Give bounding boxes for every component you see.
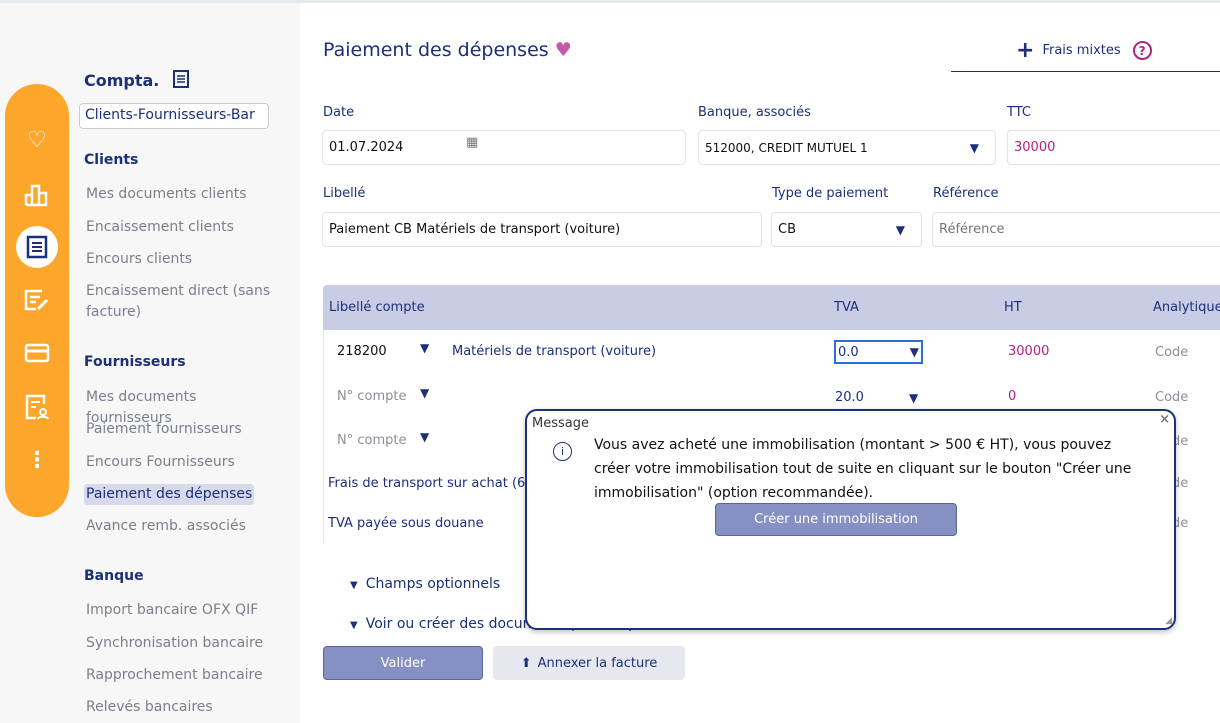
nav-item-encaissement-clients[interactable]: Encaissement clients <box>86 217 286 238</box>
reference-label: Référence <box>933 186 999 201</box>
credit-card-icon[interactable] <box>22 338 52 368</box>
ttc-label: TTC <box>1007 105 1031 120</box>
message-dialog: Message × i Vous avez acheté une immobil… <box>525 409 1176 630</box>
close-icon[interactable]: × <box>1159 412 1170 427</box>
nav-item-releves-bancaires[interactable]: Relevés bancaires <box>86 697 286 718</box>
attach-invoice-button[interactable]: ⬆ Annexer la facture <box>493 646 685 680</box>
edit-document-icon[interactable] <box>22 285 52 315</box>
caret-down-icon: ▼ <box>350 620 358 631</box>
header-divider <box>951 71 1220 72</box>
chevron-down-icon[interactable]: ▼ <box>420 386 429 400</box>
table-header <box>323 285 1220 330</box>
chevron-down-icon[interactable]: ▼ <box>420 341 429 355</box>
attach-invoice-label: Annexer la facture <box>537 655 658 671</box>
nav-item-encours-clients[interactable]: Encours clients <box>86 249 286 270</box>
calendar-icon[interactable]: ▦ <box>466 135 478 150</box>
nav-item-synchronisation-bancaire[interactable]: Synchronisation bancaire <box>86 633 286 654</box>
nav-title: Compta. <box>84 70 189 92</box>
nav-item-rapprochement-bancaire[interactable]: Rapprochement bancaire <box>86 665 286 686</box>
caret-down-icon: ▼ <box>350 580 358 591</box>
chevron-down-icon: ▼ <box>969 140 979 155</box>
row1-tva-select[interactable]: 0.0 ▼ <box>834 340 923 364</box>
chevron-down-icon[interactable]: ▼ <box>909 391 918 405</box>
validate-button[interactable]: Valider <box>323 646 483 680</box>
heart-icon[interactable]: ♥ <box>555 39 572 61</box>
plus-icon: + <box>1016 38 1035 63</box>
receipt-icon[interactable] <box>16 226 58 268</box>
more-icon[interactable]: ⋮ <box>22 445 52 475</box>
row2-tva[interactable]: 20.0 <box>835 390 864 405</box>
nav-item-avance-remb-associes[interactable]: Avance remb. associés <box>86 516 286 537</box>
nav-item-encours-fournisseurs[interactable]: Encours Fournisseurs <box>86 452 286 473</box>
chevron-down-icon: ▼ <box>895 222 905 237</box>
page-title: Paiement des dépenses ♥ <box>323 39 572 61</box>
row4-name: Frais de transport sur achat (6 <box>328 476 526 491</box>
nav-section-fournisseurs: Fournisseurs <box>84 354 186 370</box>
optional-fields-toggle[interactable]: ▼ Champs optionnels <box>350 576 500 592</box>
payment-type-value: CB <box>778 222 796 237</box>
top-border <box>0 0 1220 3</box>
libelle-input[interactable]: Paiement CB Matériels de transport (voit… <box>322 212 762 247</box>
payment-type-select[interactable]: CB ▼ <box>771 212 922 247</box>
col-header-analytique: Analytique <box>1153 300 1220 315</box>
dialog-message: Vous avez acheté une immobilisation (mon… <box>594 437 1132 501</box>
row2-account[interactable]: N° compte <box>337 389 406 404</box>
date-label: Date <box>323 105 355 120</box>
nav-item-encaissement-direct[interactable]: Encaissement direct (sans facture) <box>86 281 286 323</box>
resize-handle[interactable]: ◢ <box>1165 616 1172 626</box>
bank-label: Banque, associés <box>698 105 811 120</box>
nav-section-banque: Banque <box>84 568 144 584</box>
row1-account[interactable]: 218200 <box>337 344 387 359</box>
optional-fields-label: Champs optionnels <box>365 576 501 592</box>
libelle-label: Libellé <box>323 186 366 201</box>
nav-section-clients: Clients <box>84 152 139 168</box>
nav-item-paiement-fournisseurs[interactable]: Paiement fournisseurs <box>86 419 286 440</box>
heart-icon[interactable]: ♡ <box>22 125 52 155</box>
report-icon[interactable] <box>22 392 52 422</box>
chevron-down-icon[interactable]: ▼ <box>420 430 429 444</box>
receipt-icon <box>172 70 189 92</box>
reference-input[interactable] <box>932 212 1220 247</box>
row1-code[interactable]: Code <box>1155 345 1188 360</box>
nav-item-paiement-depenses[interactable]: Paiement des dépenses <box>84 484 255 505</box>
col-header-ht: HT <box>1004 300 1022 315</box>
row2-code[interactable]: Code <box>1155 390 1188 405</box>
payment-type-label: Type de paiement <box>772 186 889 201</box>
bar-chart-icon[interactable] <box>22 180 52 210</box>
frais-mixtes-label: Frais mixtes <box>1042 43 1121 58</box>
row1-name: Matériels de transport (voiture) <box>452 344 657 359</box>
chevron-down-icon: ▼ <box>909 345 919 359</box>
bank-select[interactable]: 512000, CREDIT MUTUEL 1 ▼ <box>698 130 996 165</box>
nav-category-select[interactable]: Clients-Fournisseurs-Bar <box>79 103 269 129</box>
row3-account[interactable]: N° compte <box>337 433 406 448</box>
dialog-title: Message <box>532 416 589 431</box>
row2-ht[interactable]: 0 <box>1008 389 1016 404</box>
upload-icon: ⬆ <box>520 655 532 671</box>
row5-name: TVA payée sous douane <box>328 516 484 531</box>
page-title-text: Paiement des dépenses <box>323 39 549 61</box>
nav-title-text: Compta. <box>84 71 160 90</box>
icon-rail: ♡ ⋮ <box>5 84 69 517</box>
nav-item-import-bancaire[interactable]: Import bancaire OFX QIF <box>86 600 286 621</box>
help-icon[interactable]: ? <box>1132 41 1152 60</box>
date-input[interactable]: 01.07.2024 ▦ <box>322 130 686 165</box>
table-left-border <box>323 330 324 543</box>
ttc-input[interactable]: 30000 <box>1007 130 1220 165</box>
create-asset-button[interactable]: Créer une immobilisation <box>715 503 957 536</box>
nav-item-mes-documents-clients[interactable]: Mes documents clients <box>86 184 286 205</box>
date-value: 01.07.2024 <box>329 140 404 155</box>
row1-ht[interactable]: 30000 <box>1008 344 1049 359</box>
col-header-tva: TVA <box>834 300 859 315</box>
frais-mixtes-button[interactable]: + Frais mixtes ? <box>1016 38 1152 63</box>
info-icon: i <box>553 442 572 461</box>
col-header-libelle: Libellé compte <box>329 300 425 315</box>
bank-value: 512000, CREDIT MUTUEL 1 <box>705 140 868 155</box>
row1-tva-value: 0.0 <box>838 344 859 360</box>
